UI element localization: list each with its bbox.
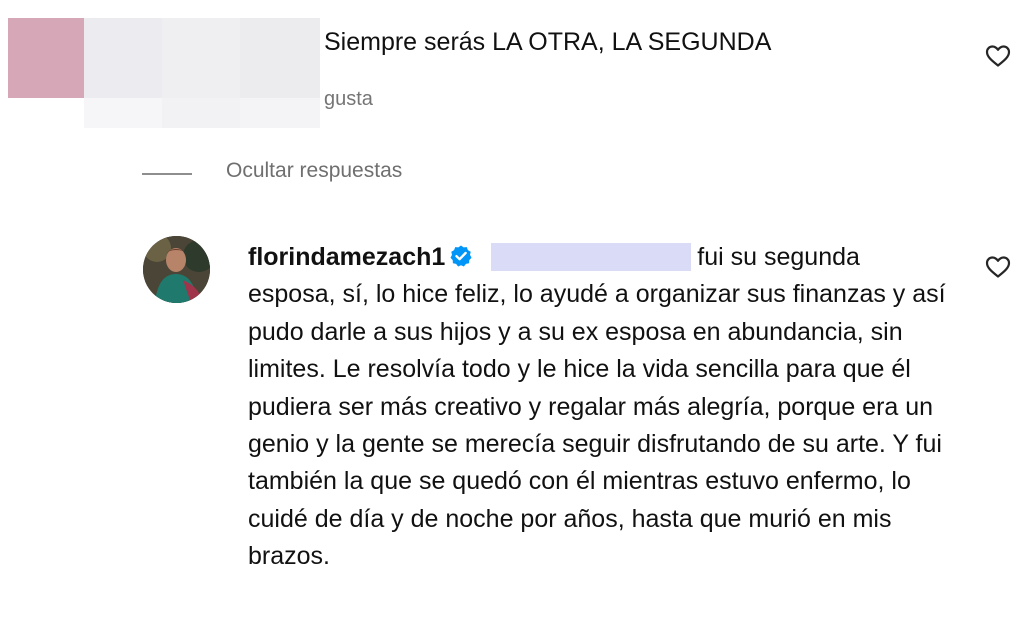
reply-text: fui su segunda esposa, sí, lo hice feliz…: [248, 243, 946, 571]
likes-count[interactable]: gusta: [324, 88, 373, 111]
reply-comment: florindamezach1 fui su segunda esposa, s…: [248, 239, 948, 576]
heart-icon[interactable]: [985, 44, 1011, 68]
redacted-block: [162, 18, 240, 98]
verified-badge-icon: [449, 242, 473, 267]
hide-replies-button[interactable]: Ocultar respuestas: [226, 159, 402, 183]
replies-divider-line: [142, 173, 192, 175]
heart-icon[interactable]: [985, 255, 1011, 279]
parent-comment-text: Siempre serás LA OTRA, LA SEGUNDA: [324, 28, 772, 56]
redacted-block: [84, 98, 162, 128]
comments-panel: Siempre serás LA OTRA, LA SEGUNDA gusta …: [0, 0, 1031, 620]
avatar[interactable]: [143, 236, 210, 303]
redacted-block: [84, 18, 162, 98]
redacted-block: [162, 98, 240, 128]
redacted-mention: [491, 243, 692, 271]
redacted-block: [240, 98, 320, 128]
redacted-block: [240, 18, 320, 98]
reply-username[interactable]: florindamezach1: [248, 243, 445, 271]
redacted-avatar: [8, 18, 84, 98]
